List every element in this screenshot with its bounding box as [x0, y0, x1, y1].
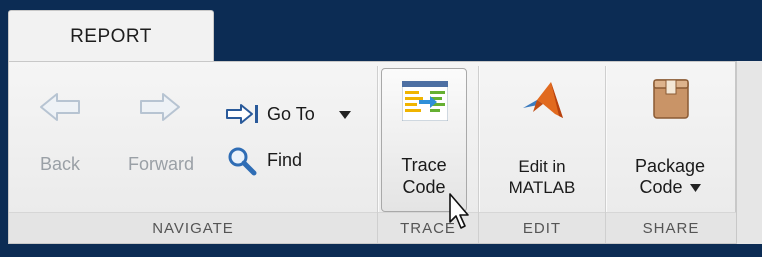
- navigate-section: Back Forward Go To Find NAVIGATE: [9, 62, 377, 243]
- edit-label-line1: Edit in: [518, 157, 566, 176]
- goto-button[interactable]: Go To: [223, 98, 363, 130]
- tab-bar: REPORT: [0, 0, 762, 62]
- share-section: Package Code SHARE: [606, 62, 736, 243]
- edit-section: Edit in MATLAB EDIT: [479, 62, 605, 243]
- package-label-line2: Code: [620, 177, 720, 198]
- edit-in-matlab-button[interactable]: Edit in MATLAB: [493, 70, 591, 208]
- forward-button[interactable]: Forward: [117, 76, 205, 186]
- package-code-button[interactable]: Package Code: [620, 70, 720, 208]
- navigate-section-label: NAVIGATE: [9, 212, 377, 243]
- package-label-line1: Package: [634, 156, 706, 176]
- bottom-bar: [0, 244, 762, 257]
- back-label: Back: [39, 154, 81, 174]
- chevron-down-icon: [689, 184, 701, 193]
- trace-code-button[interactable]: Trace Code: [381, 68, 467, 212]
- find-label: Find: [267, 150, 303, 170]
- right-arrow-icon: [140, 93, 180, 121]
- tab-report[interactable]: REPORT: [8, 10, 214, 62]
- mouse-pointer-icon: [449, 193, 469, 229]
- edit-section-label: EDIT: [479, 212, 605, 243]
- edit-label-line2: MATLAB: [508, 178, 576, 197]
- trace-code-label-line1: Trace: [401, 155, 447, 175]
- share-section-label: SHARE: [606, 212, 736, 243]
- package-label-line2-text: Code: [639, 177, 683, 197]
- magnifier-icon: [228, 147, 257, 176]
- find-button[interactable]: Find: [223, 144, 333, 176]
- goto-arrow-icon: [226, 104, 258, 124]
- back-button[interactable]: Back: [29, 76, 91, 186]
- forward-label: Forward: [127, 154, 194, 174]
- ribbon-right-edge: [736, 61, 762, 244]
- matlab-logo-icon: [523, 82, 563, 118]
- trace-code-icon: [402, 81, 448, 121]
- chevron-down-icon: [339, 111, 351, 119]
- ribbon: Back Forward Go To Find NAVIGATE TRACE E…: [8, 61, 736, 244]
- goto-label: Go To: [267, 104, 315, 124]
- package-box-icon: [653, 79, 689, 119]
- left-arrow-icon: [40, 93, 80, 121]
